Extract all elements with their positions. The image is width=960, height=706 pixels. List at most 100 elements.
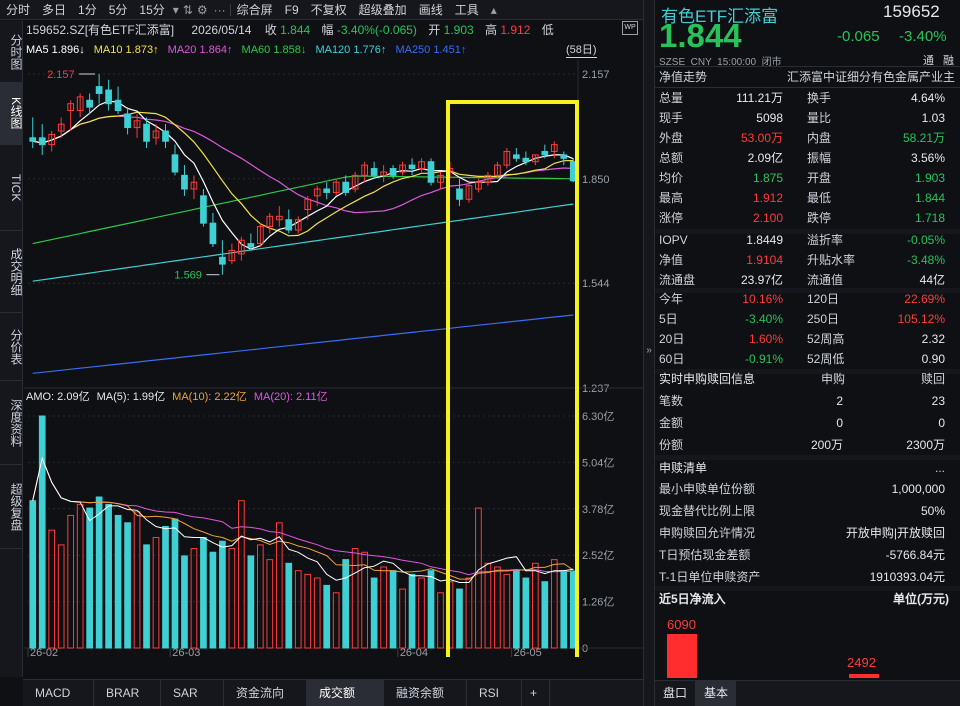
volume-tick-label: 5.04亿 bbox=[582, 456, 614, 469]
subscribe-row: 份额 200万 2300万 bbox=[655, 435, 955, 455]
price-change: -0.065 bbox=[837, 28, 880, 45]
subscribe-row-label: 金额 bbox=[659, 416, 684, 430]
volume-bar bbox=[503, 573, 511, 649]
indicator-tabs: MACD BRAR SAR 资金流向 成交额 融资余额 RSI + bbox=[23, 679, 643, 706]
more-dots-icon[interactable]: ··· bbox=[210, 0, 230, 20]
period-dropdown[interactable]: ▾ bbox=[171, 0, 181, 20]
tab-margin-balance[interactable]: 融资余额 bbox=[384, 680, 467, 706]
stat-label: 52周高 bbox=[807, 332, 845, 346]
expand-arrow-icon[interactable]: » bbox=[644, 345, 654, 356]
stat-value: -3.40% bbox=[744, 312, 783, 326]
btn-no-adjust[interactable]: 不复权 bbox=[305, 0, 353, 20]
stat-label: 流通盘 bbox=[659, 273, 696, 287]
close-label: 收 bbox=[264, 23, 277, 37]
subscribe-row-value: 0 bbox=[938, 416, 945, 430]
ma120-label: MA120 1.776↑ bbox=[315, 44, 387, 56]
tab-trade-detail[interactable]: 成交明细 bbox=[0, 231, 23, 313]
candle-body bbox=[323, 188, 331, 193]
stat-value: 2.32 bbox=[921, 332, 945, 346]
tab-timeshare-chart[interactable]: 分时图 bbox=[0, 21, 23, 83]
tab-kline-chart[interactable]: K线图 bbox=[0, 83, 23, 145]
tab-basic[interactable]: 基本 bbox=[696, 681, 737, 706]
add-indicator-button[interactable]: + bbox=[522, 680, 550, 706]
btn-tools[interactable]: 工具 bbox=[449, 0, 485, 20]
stat-row: IOPV 1.8449 溢折率 -0.05% bbox=[655, 230, 955, 250]
volume-bar bbox=[531, 562, 539, 649]
tab-handicap[interactable]: 盘口 bbox=[655, 681, 697, 706]
tab-depth-data[interactable]: 深度资料 bbox=[0, 381, 23, 465]
candle-body bbox=[114, 99, 122, 112]
candle-body bbox=[95, 86, 103, 94]
period-more-icon[interactable]: ⇅ bbox=[181, 0, 195, 20]
security-code-name: 159652.SZ[有色ETF汇添富] bbox=[26, 23, 175, 37]
candle-body bbox=[124, 113, 131, 129]
candle-body bbox=[541, 150, 549, 156]
stat-label: 60日 bbox=[659, 352, 685, 366]
stat-value: 1.718 bbox=[914, 211, 945, 225]
low-label: 低 bbox=[541, 23, 554, 37]
stat-label: IOPV bbox=[659, 233, 688, 247]
panel-divider[interactable]: » bbox=[643, 0, 655, 706]
volume-bar bbox=[266, 559, 274, 649]
tab-rsi[interactable]: RSI bbox=[467, 680, 522, 706]
stat-row: 净值 1.9104 升贴水率 -3.48% bbox=[655, 250, 955, 270]
volume-bar bbox=[238, 500, 245, 649]
list-more-icon[interactable]: ... bbox=[935, 458, 945, 478]
amo-value: AMO: 2.09亿 bbox=[26, 391, 90, 403]
kline-chart[interactable]: 2.157 1.850 1.544 1.237 6.30亿 5.04亿 3.78亿 2.52亿… bbox=[24, 60, 643, 657]
volume-bar bbox=[114, 514, 122, 649]
tab-brar[interactable]: BRAR bbox=[94, 680, 161, 706]
candle-body bbox=[389, 168, 397, 176]
btn-f9[interactable]: F9 bbox=[279, 0, 305, 20]
ma20-line bbox=[32, 115, 574, 214]
stat-value: 22.69% bbox=[904, 292, 945, 306]
settings-gear-icon[interactable]: ⚙ bbox=[195, 0, 210, 20]
list-row-label: T日预估现金差额 bbox=[659, 548, 751, 562]
tab-super-review[interactable]: 超级复盘 bbox=[0, 465, 23, 549]
stat-value: 53.00万 bbox=[740, 131, 783, 145]
btn-composite-screen[interactable]: 综合屏 bbox=[231, 0, 279, 20]
tab-multi-day[interactable]: 多日 bbox=[36, 0, 72, 20]
tab-sar[interactable]: SAR bbox=[161, 680, 224, 706]
tab-1min[interactable]: 1分 bbox=[72, 0, 103, 20]
tab-5min[interactable]: 5分 bbox=[103, 0, 134, 20]
stat-label: 跌停 bbox=[807, 211, 832, 225]
list-title: 申赎清单 bbox=[659, 461, 708, 475]
close-value: 1.844 bbox=[280, 23, 311, 37]
tab-macd[interactable]: MACD bbox=[23, 680, 94, 706]
stat-value: 1.844 bbox=[914, 191, 945, 205]
tab-15min[interactable]: 15分 bbox=[133, 0, 170, 20]
candle-body bbox=[171, 154, 179, 173]
btn-super-overlay[interactable]: 超级叠加 bbox=[353, 0, 413, 20]
volume-tick-label: 2.52亿 bbox=[582, 549, 614, 562]
tab-turnover[interactable]: 成交额 bbox=[307, 680, 384, 706]
stat-label: 涨停 bbox=[659, 211, 684, 225]
stat-value: 44亿 bbox=[919, 273, 945, 287]
bar-count-label[interactable]: (58日) bbox=[566, 43, 597, 58]
subscribe-row-label: 笔数 bbox=[659, 394, 684, 408]
price-tick-label: 2.157 bbox=[582, 69, 610, 81]
volume-bar bbox=[152, 537, 160, 649]
left-view-tabs: 分时图 K线图 TICK 成交明细 分价表 深度资料 超级复盘 bbox=[0, 21, 23, 677]
stat-row: 涨停 2.100 跌停 1.718 bbox=[655, 208, 955, 228]
stat-label: 流通值 bbox=[807, 273, 844, 287]
subscribe-row-value: 0 bbox=[836, 416, 843, 430]
btn-draw-line[interactable]: 画线 bbox=[413, 0, 449, 20]
tab-fund-flow[interactable]: 资金流向 bbox=[224, 680, 307, 706]
stat-value: -0.05% bbox=[906, 233, 945, 247]
candle-body bbox=[143, 123, 150, 142]
volume-bar bbox=[67, 514, 75, 649]
candle-body bbox=[162, 130, 169, 142]
nav-row[interactable]: 净值走势 汇添富中证细分有色金属产业主 bbox=[655, 67, 955, 87]
tab-fenshi[interactable]: 分时 bbox=[0, 0, 36, 20]
tab-tick[interactable]: TICK bbox=[0, 145, 23, 231]
date-tick-label: 26-04 bbox=[400, 647, 428, 657]
list-header: 申赎清单 ... bbox=[655, 458, 955, 478]
subscribe-row-value: 2 bbox=[836, 394, 843, 408]
price-tick-label: 1.544 bbox=[582, 278, 610, 290]
collapse-icon[interactable]: ▴ bbox=[485, 0, 503, 20]
list-row: T-1日单位申赎资产 1910393.04元 bbox=[655, 567, 955, 587]
tab-price-table[interactable]: 分价表 bbox=[0, 313, 23, 381]
stat-label: 20日 bbox=[659, 332, 685, 346]
subscribe-row-label: 份额 bbox=[659, 438, 684, 452]
